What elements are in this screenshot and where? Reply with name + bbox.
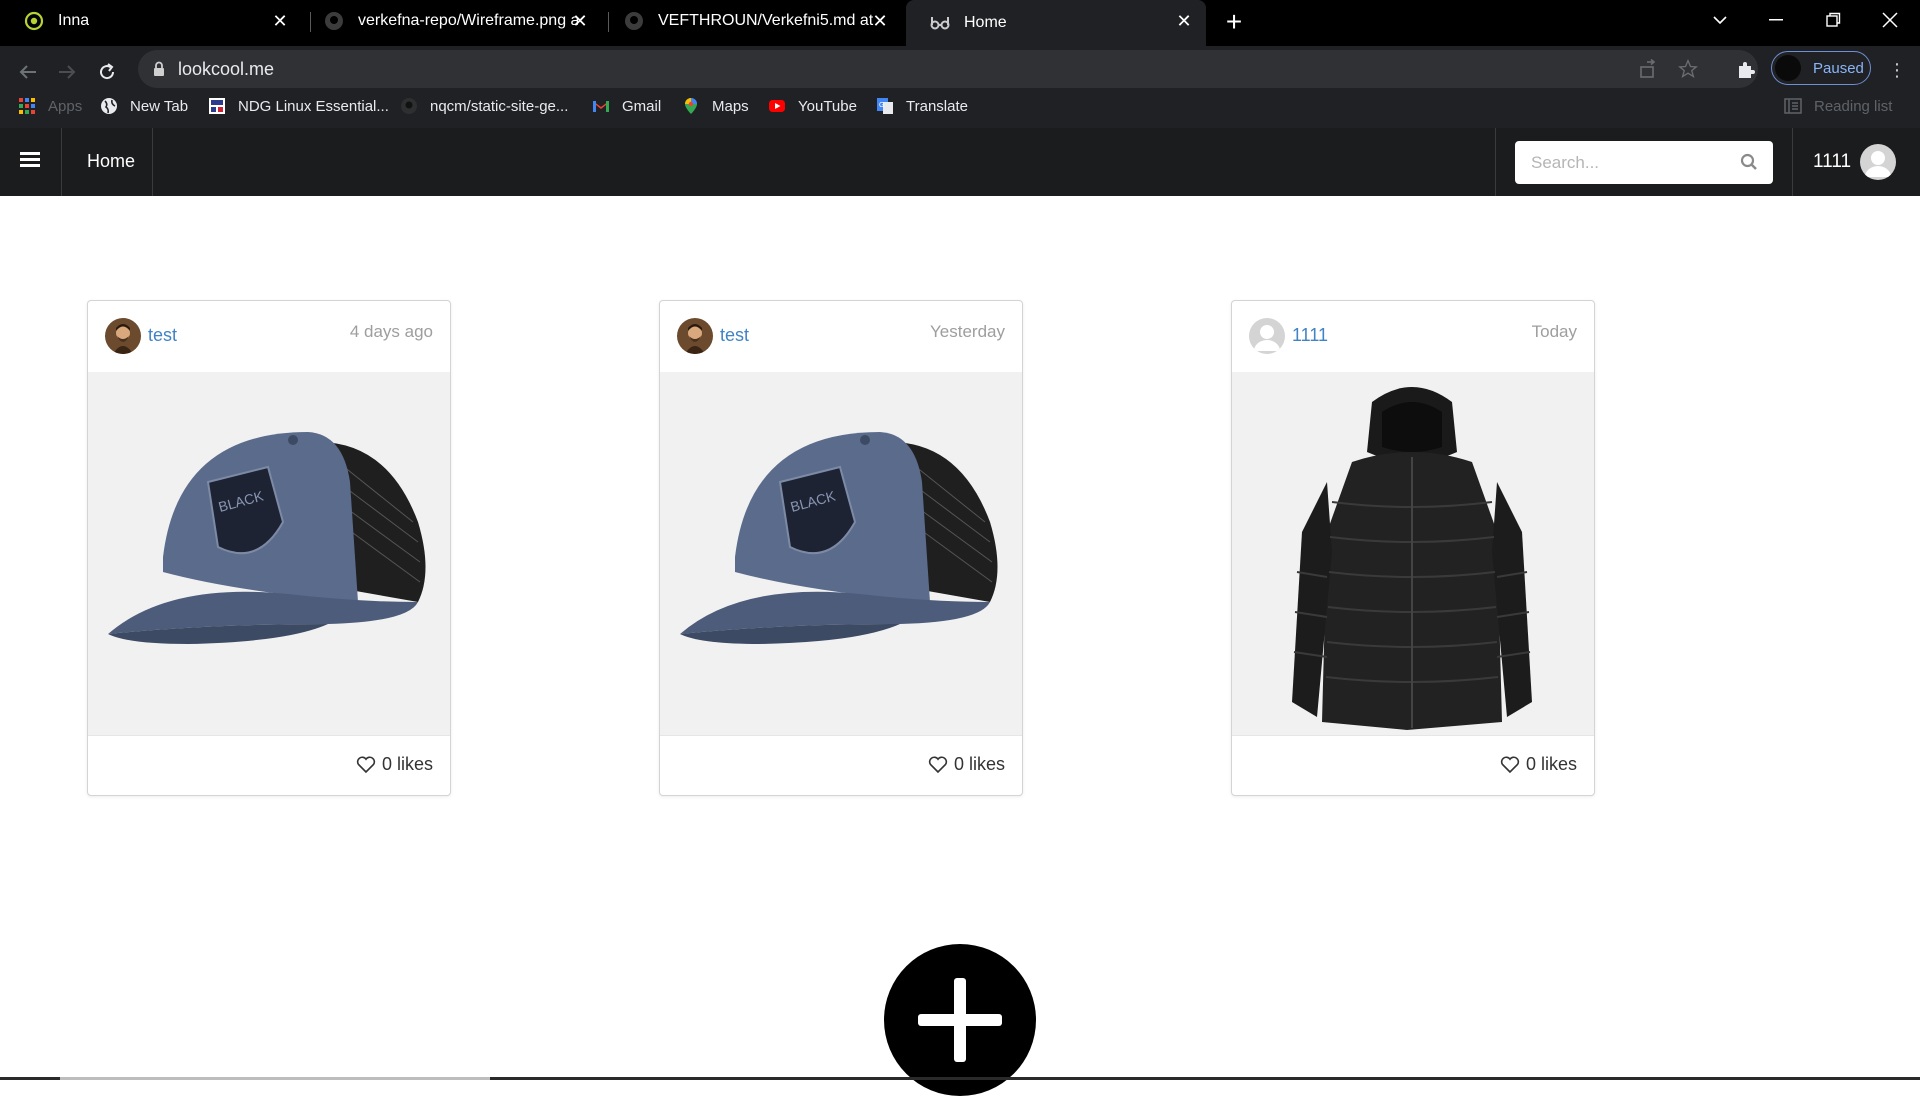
like-button[interactable]: 0 likes bbox=[1500, 754, 1577, 775]
post-card: test 4 days ago BLACK 0 likes bbox=[87, 300, 451, 796]
nav-divider bbox=[1792, 128, 1793, 196]
bookmark-maps[interactable]: Maps bbox=[682, 92, 749, 120]
tab-inna[interactable]: Inna ✕ bbox=[0, 0, 302, 42]
add-post-button[interactable] bbox=[884, 944, 1036, 1096]
user-name[interactable]: 1111 bbox=[1813, 151, 1851, 173]
author-link[interactable]: 1111 bbox=[1292, 325, 1328, 346]
lock-icon bbox=[154, 61, 164, 76]
hamburger-menu-icon[interactable] bbox=[20, 152, 40, 168]
author-link[interactable]: test bbox=[148, 325, 177, 346]
heart-icon bbox=[928, 755, 948, 773]
window-close-icon[interactable] bbox=[1862, 0, 1918, 40]
back-arrow-icon[interactable] bbox=[12, 56, 44, 88]
bookmark-new-tab[interactable]: New Tab bbox=[100, 92, 188, 120]
post-image[interactable]: BLACK bbox=[660, 372, 1022, 735]
restore-icon[interactable] bbox=[1805, 0, 1861, 40]
github-icon bbox=[625, 12, 643, 30]
close-icon[interactable]: ✕ bbox=[870, 11, 890, 31]
tab-wireframe[interactable]: verkefna-repo/Wireframe.png at ✕ bbox=[300, 0, 602, 42]
site-navbar: Home 1111 bbox=[0, 128, 1920, 196]
green-ring-icon bbox=[24, 11, 44, 31]
search-icon[interactable] bbox=[1740, 153, 1758, 171]
post-header: 1111 Today bbox=[1232, 301, 1594, 372]
maps-icon bbox=[685, 98, 697, 114]
browser-tab-bar: Inna ✕ verkefna-repo/Wireframe.png at ✕ … bbox=[0, 0, 1920, 46]
author-avatar[interactable] bbox=[677, 318, 713, 354]
tab-search-chevron-icon[interactable] bbox=[1692, 0, 1748, 40]
bookmark-ndg-linux[interactable]: NDG Linux Essential... bbox=[208, 92, 389, 120]
post-header: test 4 days ago bbox=[88, 301, 450, 372]
post-date: 4 days ago bbox=[349, 322, 433, 341]
plus-icon bbox=[918, 978, 1002, 1062]
glasses-icon bbox=[930, 17, 950, 30]
tab-home[interactable]: Home ✕ bbox=[906, 0, 1206, 46]
svg-text:G: G bbox=[879, 102, 884, 109]
cap-image: BLACK bbox=[680, 432, 998, 644]
bookmark-translate[interactable]: G Translate bbox=[876, 92, 968, 120]
ndg-icon bbox=[209, 98, 225, 114]
reading-list-icon bbox=[1784, 98, 1802, 114]
nav-divider bbox=[152, 128, 153, 196]
author-link[interactable]: test bbox=[720, 325, 749, 346]
forward-arrow-icon[interactable] bbox=[51, 56, 83, 88]
post-image[interactable]: BLACK bbox=[88, 372, 450, 735]
share-icon[interactable] bbox=[1638, 59, 1658, 79]
minimize-icon[interactable] bbox=[1748, 0, 1804, 40]
translate-icon: G bbox=[877, 98, 893, 114]
nav-divider bbox=[61, 128, 62, 196]
close-icon[interactable]: ✕ bbox=[570, 11, 590, 31]
post-footer: 0 likes bbox=[1232, 735, 1594, 796]
apps-grid-icon bbox=[19, 98, 35, 114]
post-date: Today bbox=[1531, 322, 1577, 341]
post-header: test Yesterday bbox=[660, 301, 1022, 372]
like-button[interactable]: 0 likes bbox=[356, 754, 433, 775]
bookmark-star-icon[interactable] bbox=[1678, 59, 1698, 79]
heart-icon bbox=[356, 755, 376, 773]
youtube-icon bbox=[769, 100, 785, 112]
heart-icon bbox=[1500, 755, 1520, 773]
close-icon[interactable]: ✕ bbox=[270, 11, 290, 31]
author-avatar[interactable] bbox=[1249, 318, 1285, 354]
browser-toolbar: lookcool.me Paused ⋮ Apps New Tab NDG Li… bbox=[0, 46, 1920, 130]
globe-icon bbox=[101, 98, 117, 114]
cap-image: BLACK bbox=[108, 432, 426, 644]
default-avatar-icon bbox=[1865, 151, 1891, 177]
profile-paused-button[interactable]: Paused bbox=[1771, 51, 1871, 85]
user-avatar[interactable] bbox=[1860, 144, 1896, 180]
url-text: lookcool.me bbox=[178, 59, 275, 79]
like-button[interactable]: 0 likes bbox=[928, 754, 1005, 775]
post-image[interactable] bbox=[1232, 372, 1594, 735]
post-card: 1111 Today 0 likes bbox=[1231, 300, 1595, 796]
bookmark-apps[interactable]: Apps bbox=[18, 92, 82, 120]
like-count: 0 likes bbox=[1525, 754, 1577, 774]
nav-divider bbox=[1495, 128, 1496, 196]
address-bar[interactable]: lookcool.me bbox=[138, 50, 1758, 88]
post-card: test Yesterday BLACK 0 likes bbox=[659, 300, 1023, 796]
nav-home-link[interactable]: Home bbox=[87, 151, 135, 172]
new-tab-plus-icon[interactable]: + bbox=[1220, 6, 1248, 37]
like-count: 0 likes bbox=[381, 754, 433, 774]
search-input[interactable] bbox=[1515, 141, 1773, 184]
like-count: 0 likes bbox=[953, 754, 1005, 774]
github-icon bbox=[325, 12, 343, 30]
bookmark-youtube[interactable]: YouTube bbox=[768, 92, 857, 120]
reload-icon[interactable] bbox=[91, 56, 123, 88]
jacket-image bbox=[1292, 387, 1532, 730]
github-icon bbox=[401, 98, 417, 114]
close-icon[interactable]: ✕ bbox=[1174, 11, 1194, 31]
extensions-puzzle-icon[interactable] bbox=[1736, 60, 1756, 80]
post-footer: 0 likes bbox=[660, 735, 1022, 796]
default-avatar-icon bbox=[1254, 325, 1280, 351]
gmail-icon bbox=[593, 101, 609, 112]
browser-menu-icon[interactable]: ⋮ bbox=[1888, 60, 1906, 81]
author-avatar[interactable] bbox=[105, 318, 141, 354]
tab-verkefni5[interactable]: VEFTHROUN/Verkefni5.md at ma ✕ bbox=[600, 0, 902, 42]
post-date: Yesterday bbox=[930, 322, 1005, 341]
reading-list[interactable]: Reading list bbox=[1784, 92, 1892, 120]
profile-avatar bbox=[1775, 55, 1801, 81]
bookmark-static-site[interactable]: nqcm/static-site-ge... bbox=[400, 92, 568, 120]
bookmark-gmail[interactable]: Gmail bbox=[592, 92, 661, 120]
post-footer: 0 likes bbox=[88, 735, 450, 796]
